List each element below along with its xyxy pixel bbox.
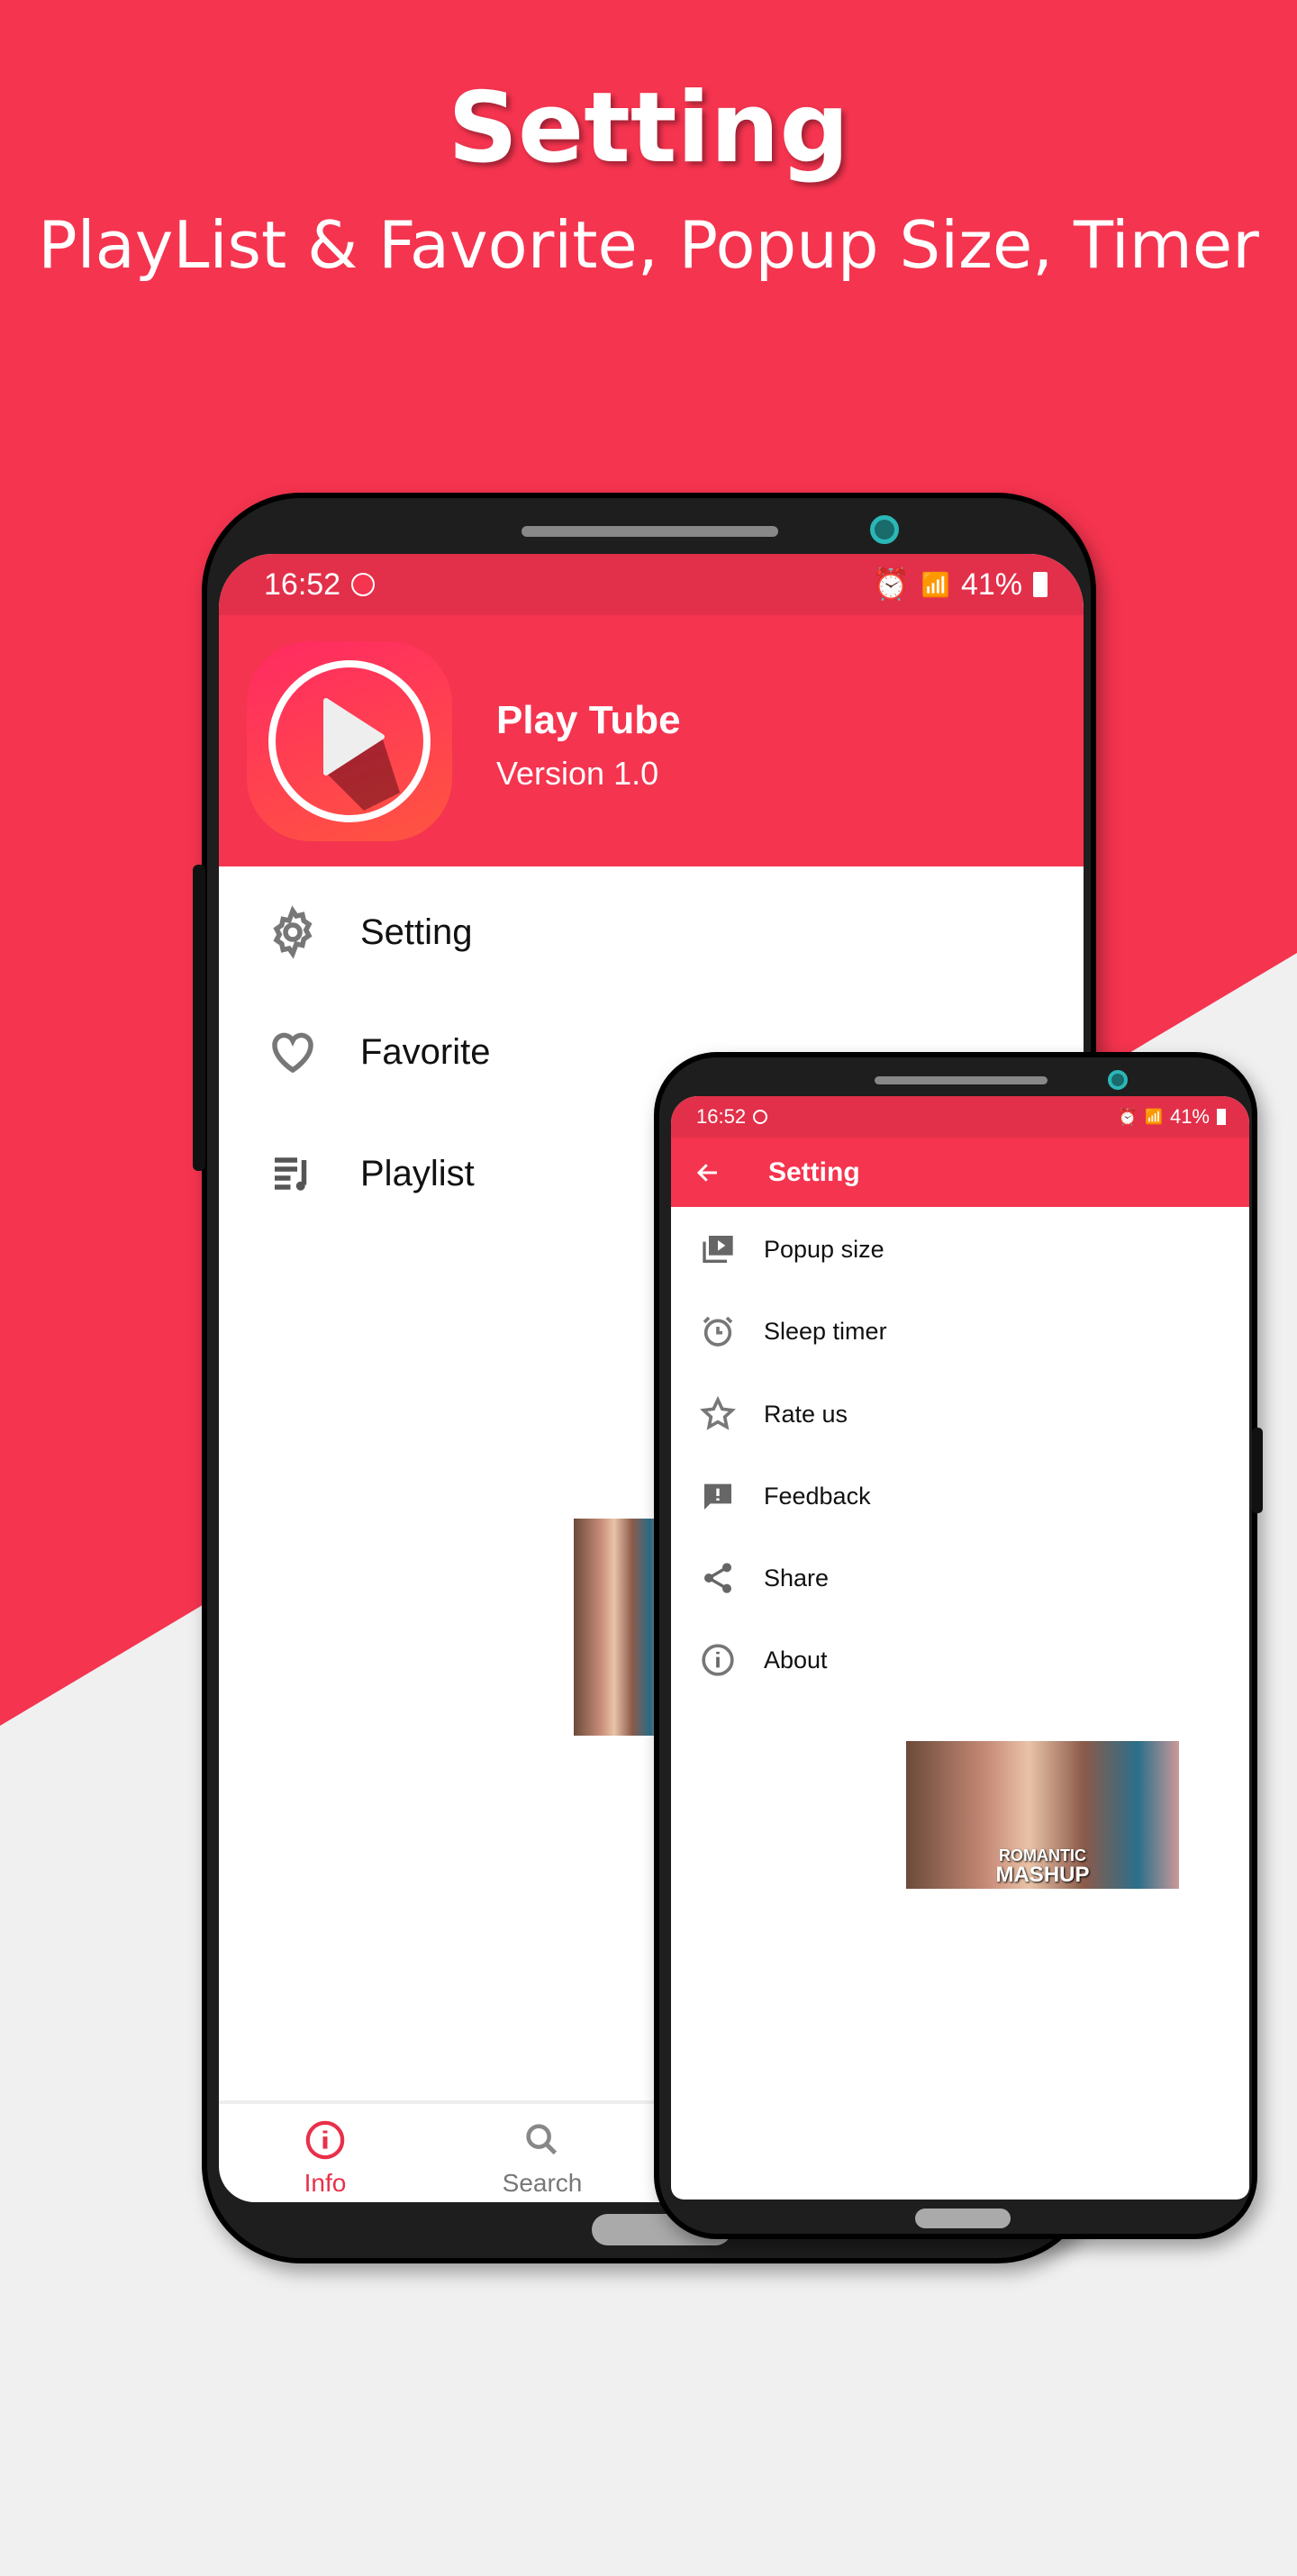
home-button[interactable] (915, 2209, 1011, 2228)
star-icon (700, 1396, 736, 1430)
thumbnail-text-line2: MASHUP (995, 1863, 1090, 1887)
setting-item-feedback[interactable]: Feedback (700, 1478, 871, 1514)
app-logo (247, 641, 452, 841)
menu-item-setting[interactable]: Setting (266, 905, 473, 959)
status-time: 16:52 (264, 567, 341, 602)
menu-item-favorite[interactable]: Favorite (266, 1025, 491, 1079)
speaker-grille (522, 526, 778, 537)
hero-title: Setting (448, 72, 849, 185)
battery-icon (1033, 572, 1048, 597)
menu-item-label: Playlist (360, 1153, 475, 1193)
setting-item-label: Feedback (764, 1482, 871, 1510)
wifi-icon: 📶 (921, 570, 950, 598)
setting-item-rate-us[interactable]: Rate us (700, 1396, 848, 1432)
playlist-icon (275, 1157, 307, 1191)
camera (870, 515, 899, 544)
search-icon (526, 2124, 558, 2155)
setting-item-label: Sleep timer (764, 1317, 887, 1345)
setting-item-share[interactable]: Share (700, 1560, 829, 1596)
status-bar: 16:52 ⏰ 📶 41% (219, 554, 1084, 615)
popup-icon (703, 1236, 733, 1263)
alarm-icon: ⏰ (872, 567, 911, 602)
app-version: Version 1.0 (496, 755, 659, 792)
setting-item-label: About (764, 1646, 828, 1673)
alarm-icon (703, 1316, 733, 1347)
back-arrow-icon[interactable] (694, 1159, 721, 1186)
speaker-grille (875, 1076, 1048, 1084)
video-thumbnail[interactable]: ROMANTIC MASHUP (906, 1741, 1179, 1889)
status-time: 16:52 (696, 1105, 747, 1128)
battery-icon (1217, 1109, 1226, 1125)
info-icon (305, 2120, 345, 2160)
main-phone-side-button (193, 865, 205, 1171)
setting-item-about[interactable]: About (700, 1642, 828, 1678)
toolbar: Setting (671, 1138, 1249, 1207)
heart-icon (272, 1032, 313, 1074)
nav-label: Search (502, 2169, 583, 2197)
status-bar: 16:52 ⏰ 📶 41% (671, 1096, 1249, 1138)
status-battery: 41% (1169, 1105, 1210, 1128)
menu-item-label: Setting (360, 912, 473, 952)
app-notification-icon (753, 1110, 768, 1124)
nav-label: Info (304, 2169, 347, 2197)
status-battery: 41% (960, 567, 1022, 602)
menu-item-playlist[interactable]: Playlist (266, 1147, 475, 1201)
menu-item-label: Favorite (360, 1031, 491, 1072)
toolbar-title: Setting (768, 1156, 860, 1187)
app-name: Play Tube (496, 698, 681, 742)
feedback-icon (704, 1483, 731, 1510)
nav-info[interactable]: Info (271, 2119, 379, 2198)
setting-item-label: Rate us (764, 1400, 848, 1428)
drawer-header: Play Tube Version 1.0 (219, 615, 1084, 866)
second-phone-side-button (1252, 1428, 1263, 1513)
setting-item-popup-size[interactable]: Popup size (700, 1231, 884, 1267)
second-screen: 16:52 ⏰ 📶 41% Setting Popup size Sleep t… (671, 1096, 1249, 2200)
video-thumbnail-partial[interactable] (574, 1519, 664, 1736)
setting-item-label: Share (764, 1564, 830, 1592)
app-notification-icon (351, 573, 376, 596)
alarm-icon: ⏰ (1117, 1107, 1138, 1126)
hero-subtitle: PlayList & Favorite, Popup Size, Timer (38, 207, 1259, 283)
setting-item-sleep-timer[interactable]: Sleep timer (700, 1313, 887, 1349)
share-icon (704, 1563, 731, 1593)
info-icon (702, 1644, 734, 1676)
gear-icon (273, 905, 313, 959)
camera (1108, 1070, 1128, 1090)
nav-search[interactable]: Search (488, 2119, 596, 2198)
setting-item-label: Popup size (764, 1235, 884, 1263)
wifi-icon: 📶 (1145, 1110, 1163, 1125)
